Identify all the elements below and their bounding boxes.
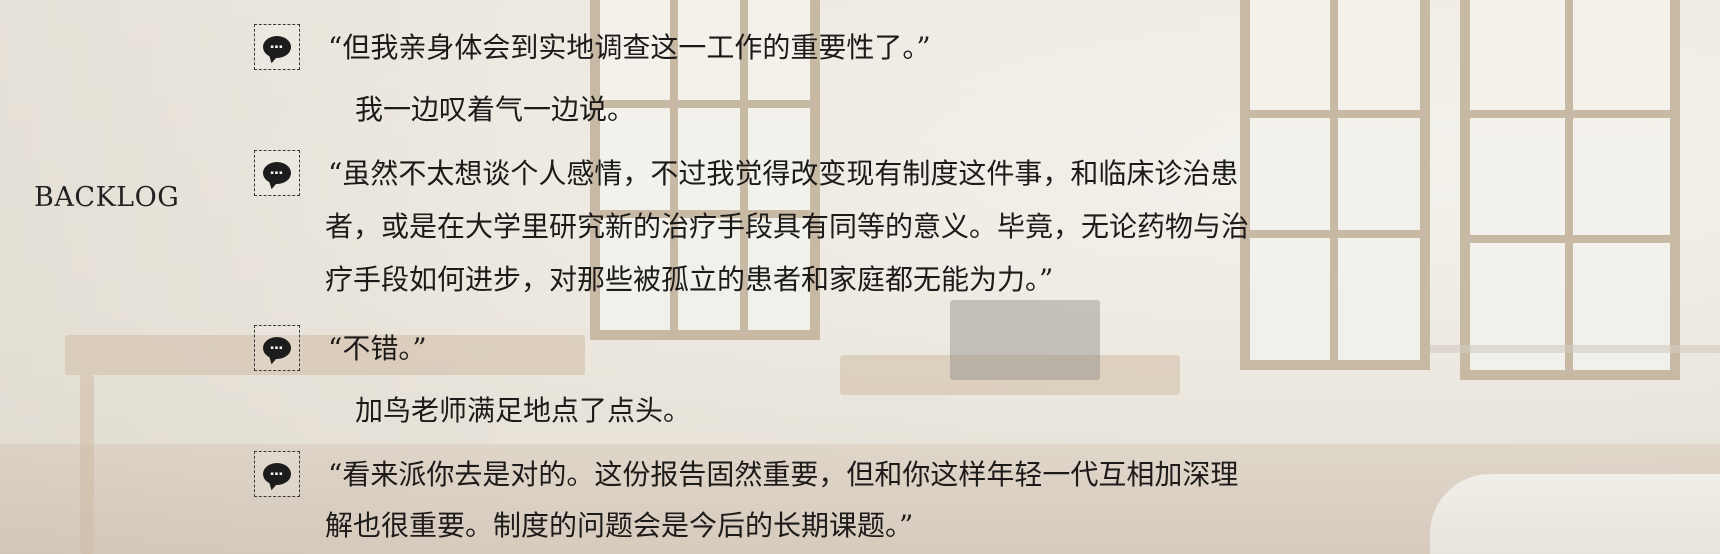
log-text-line: “虽然不太想谈个人感情，不过我觉得改变现有制度这件事，和临床诊治患	[328, 157, 1239, 190]
voice-replay-button[interactable]: ▪▪▪	[254, 24, 300, 70]
speech-bubble-icon: ▪▪▪	[263, 337, 291, 359]
log-text-line: 解也很重要。制度的问题会是今后的长期课题。”	[325, 509, 914, 542]
speech-bubble-icon: ▪▪▪	[263, 162, 291, 184]
log-text-line: “看来派你去是对的。这份报告固然重要，但和你这样年轻一代互相加深理	[328, 458, 1239, 491]
log-text-line: 加鸟老师满足地点了点头。	[355, 394, 692, 427]
log-text-line: “但我亲身体会到实地调查这一工作的重要性了。”	[328, 31, 931, 64]
log-text-line: 者，或是在大学里研究新的治疗手段具有同等的意义。毕竟，无论药物与治	[325, 210, 1250, 243]
voice-replay-button[interactable]: ▪▪▪	[254, 451, 300, 497]
speech-bubble-icon: ▪▪▪	[263, 36, 291, 58]
speech-bubble-icon: ▪▪▪	[263, 463, 291, 485]
log-text-line: 疗手段如何进步，对那些被孤立的患者和家庭都无能为力。”	[325, 263, 1054, 296]
log-text-line: 我一边叹着气一边说。	[355, 93, 636, 126]
voice-replay-button[interactable]: ▪▪▪	[254, 150, 300, 196]
backlog-title: BACKLOG	[34, 182, 180, 213]
log-text-line: “不错。”	[328, 332, 427, 365]
voice-replay-button[interactable]: ▪▪▪	[254, 325, 300, 371]
